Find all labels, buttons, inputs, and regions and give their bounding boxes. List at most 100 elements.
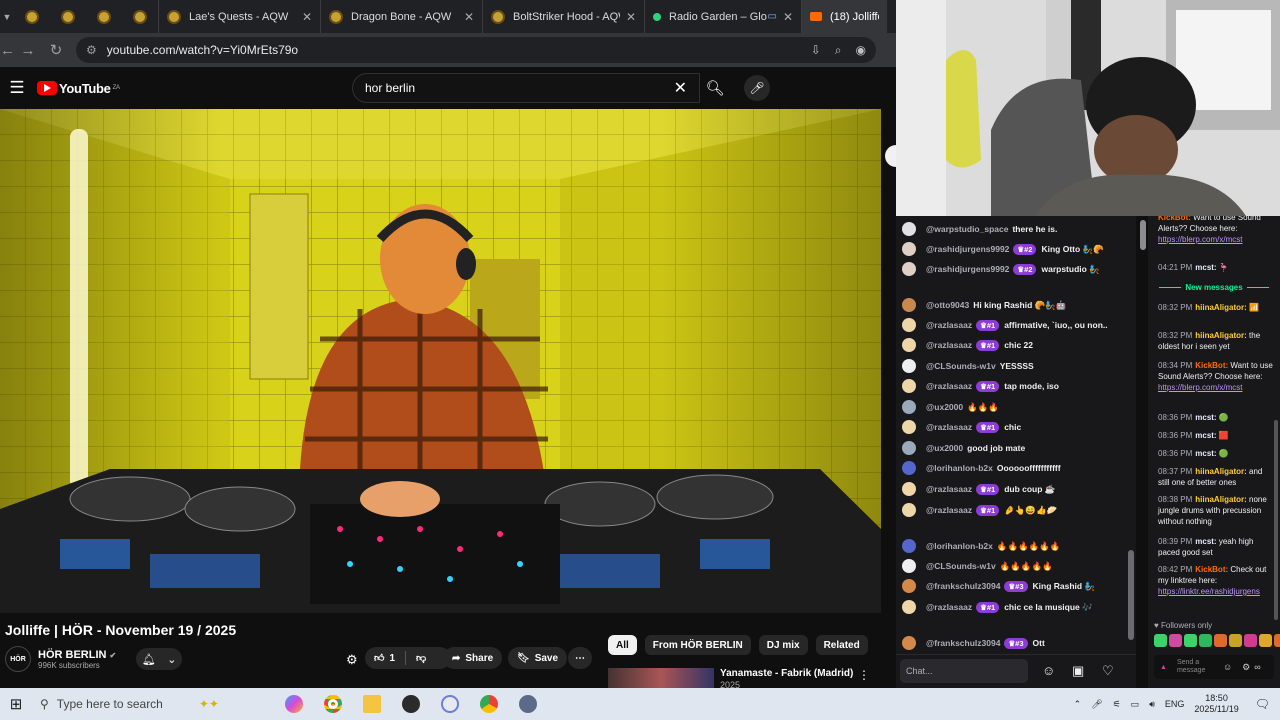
chat-username[interactable]: @razlasaaz xyxy=(926,340,972,350)
chat-avatar[interactable] xyxy=(902,559,916,573)
emote-icon[interactable] xyxy=(1184,634,1197,647)
tab-dragon-bone[interactable]: Dragon Bone - AQW ✕ xyxy=(320,0,482,33)
chat-username[interactable]: @otto9043 xyxy=(926,300,969,310)
paint-app-icon[interactable] xyxy=(436,688,464,720)
omnibox[interactable]: ⚙ youtube.com/watch?v=Yi0MrEts79o ⇩ ⌕ ◉ xyxy=(76,37,876,63)
chat-avatar[interactable] xyxy=(902,262,916,276)
super-chat-icon[interactable]: ▣ xyxy=(1072,663,1084,679)
more-vertical-icon[interactable]: ⋮ xyxy=(858,668,870,682)
chat-avatar[interactable] xyxy=(902,441,916,455)
video-player[interactable]: 🔔︎ xyxy=(0,109,881,613)
hamburger-menu-icon[interactable]: ☰ xyxy=(5,78,29,98)
emote-icon[interactable] xyxy=(1259,634,1272,647)
search-button[interactable]: 🔍︎ xyxy=(700,73,730,103)
kick-username[interactable]: KickBot: xyxy=(1195,361,1230,370)
volume-icon[interactable]: 🔊︎ xyxy=(1149,699,1155,710)
chat-username[interactable]: @warpstudio_space xyxy=(926,224,1008,234)
tab-youtube-active[interactable]: (18) Jolliffe | HÖ xyxy=(801,0,887,33)
chat-username[interactable]: @ux2000 xyxy=(926,443,963,453)
chip-from-channel[interactable]: From HÖR BERLIN xyxy=(644,635,751,655)
tab-pinned-1[interactable] xyxy=(14,0,50,33)
chat-avatar[interactable] xyxy=(902,461,916,475)
chat-input[interactable]: Chat... xyxy=(900,659,1028,683)
share-button[interactable]: ➦ Share xyxy=(443,647,503,669)
emote-icon[interactable] xyxy=(1244,634,1257,647)
chat-avatar[interactable] xyxy=(902,359,916,373)
chat-username[interactable]: @razlasaaz xyxy=(926,422,972,432)
kick-chat-scrollbar[interactable] xyxy=(1274,420,1278,620)
close-icon[interactable]: ✕ xyxy=(302,10,312,24)
link-icon[interactable]: ∞ xyxy=(1254,662,1260,672)
recommended-video[interactable]: Yanamaste - Fabrik (Madrid) 2025 ⋮ xyxy=(608,668,888,688)
more-actions-button[interactable]: ⋯ xyxy=(568,647,592,669)
kick-username[interactable]: mcst: xyxy=(1195,431,1219,440)
channel-name[interactable]: HÖR BERLIN ✔ xyxy=(38,649,116,661)
chat-avatar[interactable] xyxy=(902,379,916,393)
message-link[interactable]: https://linktr.ee/rashidjurgens xyxy=(1158,587,1260,596)
tab-laes-quests[interactable]: Lae's Quests - AQW ✕ xyxy=(158,0,320,33)
chevron-up-icon[interactable]: ⌃ xyxy=(1074,699,1082,710)
close-icon[interactable]: ✕ xyxy=(626,10,636,24)
tracking-eye-icon[interactable]: ◉ xyxy=(856,43,866,57)
chat-scrollbar-thumb[interactable] xyxy=(1128,550,1134,640)
chat-username[interactable]: @razlasaaz xyxy=(926,484,972,494)
chat-username[interactable]: @CLSounds-w1v xyxy=(926,561,996,571)
chrome-icon[interactable] xyxy=(319,688,347,720)
file-explorer-icon[interactable] xyxy=(358,688,386,720)
chat-username[interactable]: @frankschulz3094 xyxy=(926,638,1000,648)
recommended-thumbnail[interactable] xyxy=(608,668,714,688)
back-icon[interactable]: ← xyxy=(0,42,15,59)
forward-icon[interactable]: → xyxy=(14,42,42,59)
tab-radio-garden[interactable]: Radio Garden – Glob ▭ ✕ xyxy=(644,0,801,33)
kick-username[interactable]: hiinaAligator: xyxy=(1195,303,1249,312)
kick-username[interactable]: mcst: xyxy=(1195,537,1219,546)
zoom-icon[interactable]: ⌕ xyxy=(835,43,842,58)
chat-username[interactable]: @frankschulz3094 xyxy=(926,581,1000,591)
install-app-icon[interactable]: ⇩ xyxy=(811,43,821,57)
notifications-icon[interactable]: 🗨︎ xyxy=(1255,697,1270,711)
message-link[interactable]: https://blerp.com/x/mcst xyxy=(1158,235,1242,244)
taskbar-search[interactable]: ⚲ Type here to search ✦✦ xyxy=(40,688,280,720)
clear-search-icon[interactable]: ✕ xyxy=(674,78,687,98)
chat-scrollbar[interactable] xyxy=(1140,220,1146,250)
chat-avatar[interactable] xyxy=(902,503,916,517)
chat-username[interactable]: @razlasaaz xyxy=(926,505,972,515)
emote-icon[interactable] xyxy=(1229,634,1242,647)
clip-icon[interactable]: ⚙ xyxy=(346,652,358,668)
emoji-icon[interactable]: ☺ xyxy=(1042,663,1055,678)
chat-username[interactable]: @razlasaaz xyxy=(926,320,972,330)
save-button[interactable]: 🔖︎ Save xyxy=(508,647,568,669)
chat-username[interactable]: @lorihanlon-b2x xyxy=(926,463,993,473)
chat-avatar[interactable] xyxy=(902,482,916,496)
tab-boltstriker-hood[interactable]: BoltStriker Hood - AQW ✕ xyxy=(482,0,644,33)
display-icon[interactable]: ▭ xyxy=(1131,699,1140,710)
heart-icon[interactable]: ♡ xyxy=(1102,663,1114,679)
channel-avatar[interactable]: HÖR xyxy=(5,646,31,672)
close-icon[interactable]: ✕ xyxy=(783,10,793,24)
app-icon[interactable] xyxy=(514,688,542,720)
kick-username[interactable]: hiinaAligator: xyxy=(1195,467,1249,476)
chrome-profile-icon[interactable] xyxy=(475,688,503,720)
chat-avatar[interactable] xyxy=(902,600,916,614)
chat-avatar[interactable] xyxy=(902,298,916,312)
emoji-icon[interactable]: ☺ xyxy=(1223,662,1232,672)
kick-username[interactable]: mcst: xyxy=(1195,263,1219,272)
chat-avatar[interactable] xyxy=(902,338,916,352)
tab-pinned-4[interactable] xyxy=(122,0,158,33)
settings-icon[interactable]: ⚙ xyxy=(1242,662,1250,673)
chat-username[interactable]: @razlasaaz xyxy=(926,381,972,391)
emote-icon[interactable] xyxy=(1154,634,1167,647)
emote-icon[interactable] xyxy=(1199,634,1212,647)
chat-username[interactable]: @razlasaaz xyxy=(926,602,972,612)
emote-icon[interactable] xyxy=(1274,634,1280,647)
windows-start-icon[interactable]: ⊞ xyxy=(0,688,32,720)
chat-avatar[interactable] xyxy=(902,400,916,414)
chat-avatar[interactable] xyxy=(902,222,916,236)
close-icon[interactable]: ✕ xyxy=(464,10,474,24)
chat-username[interactable]: @CLSounds-w1v xyxy=(926,361,996,371)
chat-avatar[interactable] xyxy=(902,539,916,553)
chat-avatar[interactable] xyxy=(902,636,916,650)
kick-username[interactable]: KickBot: xyxy=(1158,216,1193,222)
youtube-logo[interactable]: YouTube ZA xyxy=(37,81,120,96)
chat-username[interactable]: @ux2000 xyxy=(926,402,963,412)
